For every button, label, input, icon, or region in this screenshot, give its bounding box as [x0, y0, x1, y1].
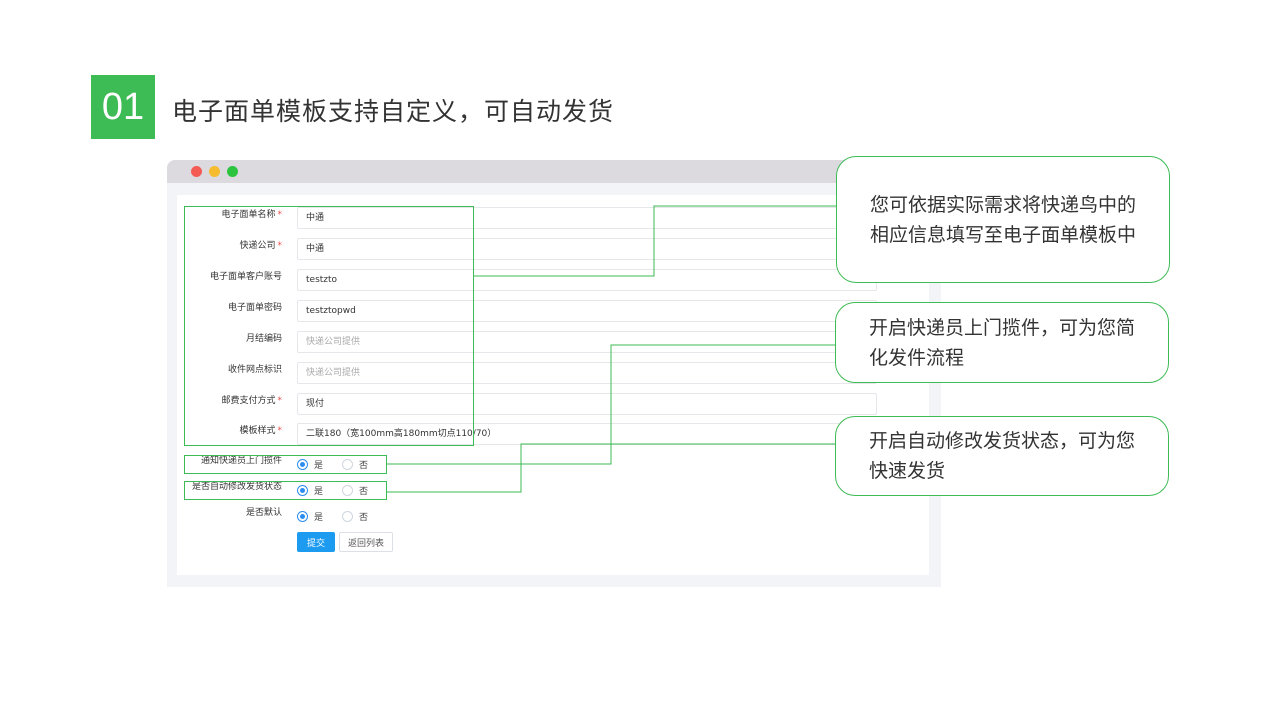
form-panel: 电子面单名称 * 中通 快递公司 * 中通 电子面单客户账号 testzto 电子面… [177, 195, 929, 575]
callout-auto-ship: 开启自动修改发货状态，可为您快速发货 [835, 416, 1169, 496]
field-label: 通知快递员上门揽件 [200, 456, 282, 466]
monthly-code-input[interactable]: 快递公司提供 [297, 331, 877, 353]
radio-checked-icon[interactable] [297, 484, 308, 496]
default-radio-group: 是 否 [297, 510, 387, 523]
callout-text: 开启快递员上门揽件，可为您简化发件流程 [869, 316, 1136, 369]
default-yes-option[interactable]: 是 [297, 510, 323, 523]
option-label: 否 [359, 460, 369, 471]
required-mark: * [277, 241, 283, 251]
pickup-yes-option[interactable]: 是 [297, 458, 323, 471]
minimize-window-dot-icon[interactable] [209, 166, 220, 177]
radio-unchecked-icon[interactable] [342, 458, 354, 470]
option-label: 否 [359, 486, 369, 497]
radio-unchecked-icon[interactable] [342, 510, 354, 522]
callout-text: 您可依据实际需求将快递鸟中的相应信息填写至电子面单模板中 [870, 193, 1137, 246]
field-label: 是否自动修改发货状态 [191, 482, 282, 492]
section-number-badge: 01 [91, 75, 155, 139]
required-mark: * [277, 426, 283, 436]
close-window-dot-icon[interactable] [191, 166, 202, 177]
required-mark: * [277, 210, 283, 220]
customer-account-input[interactable]: testzto [297, 269, 877, 291]
courier-company-select[interactable]: 中通 [297, 238, 877, 260]
callout-template-info: 您可依据实际需求将快递鸟中的相应信息填写至电子面单模板中 [836, 156, 1170, 283]
field-label: 电子面单密码 [227, 303, 282, 313]
callout-pickup: 开启快递员上门揽件，可为您简化发件流程 [835, 302, 1169, 383]
radio-checked-icon[interactable] [297, 510, 308, 522]
field-label: 月结编码 [245, 334, 282, 344]
pickup-no-option[interactable]: 否 [342, 458, 368, 471]
field-label: 是否默认 [245, 508, 282, 518]
option-label: 是 [314, 512, 324, 523]
field-label: 快递公司 * [239, 241, 283, 251]
field-label: 电子面单客户账号 [209, 272, 282, 282]
maximize-window-dot-icon[interactable] [227, 166, 238, 177]
radio-unchecked-icon[interactable] [342, 484, 354, 496]
template-name-input[interactable]: 中通 [297, 207, 877, 229]
browser-window: 电子面单名称 * 中通 快递公司 * 中通 电子面单客户账号 testzto 电子面… [167, 160, 941, 587]
callout-text: 开启自动修改发货状态，可为您快速发货 [869, 430, 1136, 482]
auto-ship-no-option[interactable]: 否 [342, 484, 368, 497]
back-to-list-button[interactable]: 返回列表 [339, 532, 393, 552]
template-style-select[interactable]: 二联180（宽100mm高180mm切点110/70） [297, 423, 877, 445]
field-label: 收件网点标识 [227, 365, 282, 375]
payment-method-select[interactable]: 现付 [297, 393, 877, 415]
field-label: 电子面单名称 * [221, 210, 283, 220]
auto-ship-yes-option[interactable]: 是 [297, 484, 323, 497]
slide-title: 电子面单模板支持自定义，可自动发货 [172, 97, 615, 126]
radio-checked-icon[interactable] [297, 458, 308, 470]
default-no-option[interactable]: 否 [342, 510, 368, 523]
option-label: 是 [314, 486, 324, 497]
field-label: 模板样式 * [239, 426, 283, 436]
submit-button[interactable]: 提交 [297, 532, 335, 552]
required-mark: * [277, 396, 283, 406]
field-label: 邮费支付方式 * [221, 396, 283, 406]
outlet-id-input[interactable]: 快递公司提供 [297, 362, 877, 384]
auto-ship-radio-group: 是 否 [297, 484, 387, 497]
password-input[interactable]: testztopwd [297, 300, 877, 322]
option-label: 否 [359, 512, 369, 523]
option-label: 是 [314, 460, 324, 471]
pickup-radio-group: 是 否 [297, 458, 387, 471]
browser-title-bar [167, 160, 941, 183]
